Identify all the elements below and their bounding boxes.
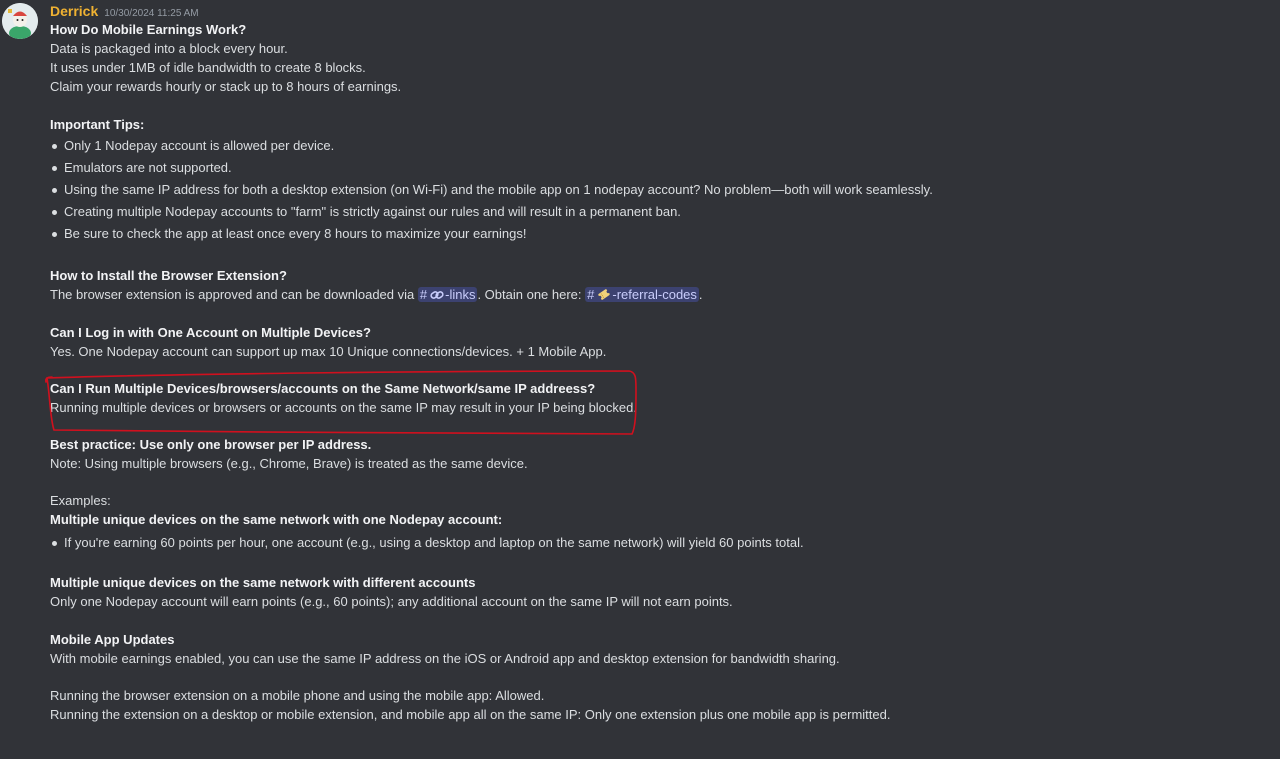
list-item: Using the same IP address for both a des… (64, 182, 933, 197)
text-segment: The browser extension is approved and ca… (50, 287, 415, 302)
text-line: Only one Nodepay account will earn point… (50, 594, 733, 609)
text-line: Examples: (50, 493, 111, 508)
text-line: Running multiple devices or browsers or … (50, 400, 637, 415)
text-line: Claim your rewards hourly or stack up to… (50, 79, 402, 94)
section-title: Mobile App Updates (50, 632, 175, 647)
section-title: Multiple unique devices on the same netw… (50, 575, 476, 590)
bullet-dot (52, 232, 57, 237)
avatar[interactable] (2, 3, 38, 39)
message-header: Derrick 10/30/2024 11:25 AM (50, 3, 199, 21)
text-line: Running the browser extension on a mobil… (50, 688, 545, 703)
list-item: Only 1 Nodepay account is allowed per de… (64, 138, 335, 153)
list-item: If you're earning 60 points per hour, on… (64, 535, 804, 550)
channel-name: -links (445, 287, 476, 302)
hash-icon: # (419, 287, 428, 302)
timestamp[interactable]: 10/30/2024 11:25 AM (104, 8, 198, 19)
install-line: The browser extension is approved and ca… (50, 286, 703, 306)
text-line: Data is packaged into a block every hour… (50, 41, 288, 56)
bullet-dot (52, 210, 57, 215)
channel-mention-referral[interactable]: # -referral-codes (585, 287, 699, 302)
section-title: How Do Mobile Earnings Work? (50, 22, 247, 37)
channel-name: -referral-codes (612, 287, 697, 302)
ticket-icon (597, 288, 611, 306)
section-title: How to Install the Browser Extension? (50, 268, 287, 283)
list-item: Creating multiple Nodepay accounts to "f… (64, 204, 681, 219)
channel-mention-links[interactable]: # -links (417, 287, 478, 302)
list-item: Be sure to check the app at least once e… (64, 226, 527, 241)
section-title: Can I Log in with One Account on Multipl… (50, 325, 371, 340)
username[interactable]: Derrick (50, 3, 98, 19)
section-title: Best practice: Use only one browser per … (50, 437, 372, 452)
chat-message: Derrick 10/30/2024 11:25 AM How Do Mobil… (0, 0, 1280, 759)
section-title: Multiple unique devices on the same netw… (50, 512, 503, 527)
bullet-dot (52, 166, 57, 171)
link-icon (430, 288, 444, 306)
text-line: It uses under 1MB of idle bandwidth to c… (50, 60, 366, 75)
bullet-dot (52, 541, 57, 546)
section-title: Important Tips: (50, 117, 145, 132)
text-segment: . Obtain one here: (477, 287, 582, 302)
text-line: With mobile earnings enabled, you can us… (50, 651, 840, 666)
text-line: Running the extension on a desktop or mo… (50, 707, 891, 722)
text-line: Note: Using multiple browsers (e.g., Chr… (50, 456, 528, 471)
bullet-dot (52, 188, 57, 193)
section-title: Can I Run Multiple Devices/browsers/acco… (50, 381, 596, 396)
bullet-dot (52, 144, 57, 149)
list-item: Emulators are not supported. (64, 160, 232, 175)
hash-icon: # (587, 287, 595, 302)
text-line: Yes. One Nodepay account can support up … (50, 344, 607, 359)
text-segment: . (698, 287, 703, 302)
